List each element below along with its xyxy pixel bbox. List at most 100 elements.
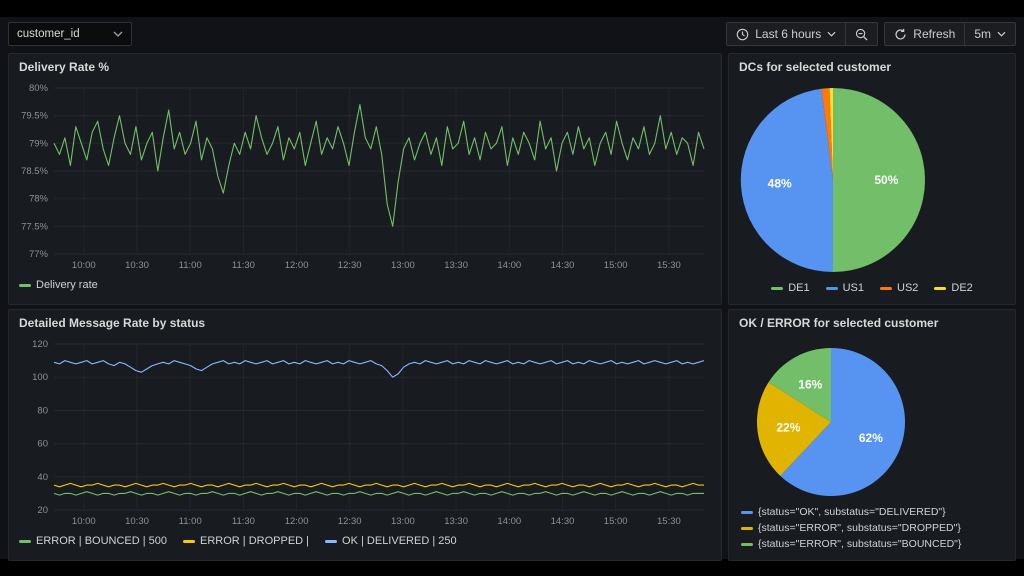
series-label: {status="ERROR", substatus="BOUNCED"} — [758, 538, 961, 550]
svg-text:100: 100 — [32, 372, 48, 383]
svg-text:60: 60 — [37, 439, 48, 450]
variable-dropdown-customer-id[interactable]: customer_id — [8, 22, 132, 46]
svg-text:50%: 50% — [874, 173, 898, 187]
svg-text:78%: 78% — [29, 194, 49, 205]
chevron-down-icon — [997, 31, 1006, 37]
legend-item-error-bounced[interactable]: {status="ERROR", substatus="BOUNCED"} — [741, 538, 1003, 550]
chart-legend: DE1 US1 US2 DE2 — [729, 274, 1015, 297]
svg-text:10:30: 10:30 — [125, 260, 149, 271]
svg-text:10:00: 10:00 — [72, 516, 96, 527]
legend-item-delivery-rate[interactable]: Delivery rate — [19, 279, 98, 291]
legend-item-de1[interactable]: DE1 — [771, 282, 809, 294]
svg-text:12:30: 12:30 — [338, 260, 362, 271]
svg-text:11:00: 11:00 — [179, 260, 202, 271]
svg-text:15:30: 15:30 — [657, 516, 681, 527]
svg-text:77%: 77% — [29, 249, 49, 260]
series-marker — [741, 543, 753, 546]
svg-text:16%: 16% — [798, 377, 822, 391]
series-marker — [741, 527, 753, 530]
series-marker — [741, 511, 753, 514]
svg-text:48%: 48% — [768, 176, 792, 190]
zoom-out-icon — [855, 28, 868, 41]
svg-text:14:00: 14:00 — [497, 260, 521, 271]
series-marker — [325, 540, 337, 543]
legend-item-ok-delivered[interactable]: {status="OK", substatus="DELIVERED"} — [741, 506, 1003, 518]
series-label: {status="ERROR", substatus="DROPPED"} — [758, 522, 961, 534]
svg-text:12:00: 12:00 — [285, 260, 309, 271]
series-label: Delivery rate — [36, 279, 98, 291]
series-marker — [771, 287, 783, 290]
series-label: US1 — [843, 282, 864, 294]
svg-text:11:30: 11:30 — [232, 516, 255, 527]
refresh-interval-value: 5m — [974, 27, 991, 41]
legend-item-de2[interactable]: DE2 — [934, 282, 972, 294]
panel-title[interactable]: Delivery Rate % — [9, 54, 721, 80]
refresh-label: Refresh — [913, 27, 955, 41]
series-marker — [934, 287, 946, 290]
svg-text:15:00: 15:00 — [604, 516, 628, 527]
chevron-down-icon — [113, 31, 123, 37]
svg-text:79.5%: 79.5% — [21, 111, 48, 122]
legend-item-us1[interactable]: US1 — [826, 282, 864, 294]
series-marker — [19, 284, 31, 287]
series-label: ERROR | DROPPED | — [200, 535, 309, 547]
refresh-button[interactable]: Refresh — [884, 22, 965, 46]
panel-title[interactable]: Detailed Message Rate by status — [9, 310, 721, 336]
svg-text:22%: 22% — [776, 420, 800, 434]
svg-text:80: 80 — [37, 405, 48, 416]
chart-legend: Delivery rate — [9, 276, 721, 294]
svg-text:14:30: 14:30 — [551, 260, 575, 271]
legend-item-delivered[interactable]: OK | DELIVERED | 250 — [325, 535, 457, 547]
svg-text:13:30: 13:30 — [444, 516, 468, 527]
svg-text:13:30: 13:30 — [444, 260, 468, 271]
svg-text:15:00: 15:00 — [604, 260, 628, 271]
series-label: DE2 — [951, 282, 972, 294]
series-label: ERROR | BOUNCED | 500 — [36, 535, 167, 547]
refresh-interval-dropdown[interactable]: 5m — [965, 22, 1016, 46]
legend-item-bounced[interactable]: ERROR | BOUNCED | 500 — [19, 535, 167, 547]
series-marker — [19, 540, 31, 543]
svg-text:11:30: 11:30 — [232, 260, 255, 271]
chevron-down-icon — [827, 31, 836, 37]
dcs-pie-chart[interactable]: 50% 48% — [739, 86, 927, 274]
svg-text:120: 120 — [32, 339, 48, 350]
svg-text:40: 40 — [37, 472, 48, 483]
refresh-controls-group: Refresh 5m — [884, 22, 1016, 46]
time-range-picker[interactable]: Last 6 hours — [726, 22, 846, 46]
message-rate-chart[interactable]: 20 40 60 80 100 120 10:00 10:30 11:00 11:30 12:00 1… — [14, 336, 716, 532]
svg-text:11:00: 11:00 — [179, 516, 202, 527]
legend-item-us2[interactable]: US2 — [880, 282, 918, 294]
zoom-out-button[interactable] — [846, 22, 878, 46]
panel-delivery-rate: Delivery Rate % 77%77.5%78%78.5%79%79.5%… — [8, 53, 722, 305]
svg-text:12:00: 12:00 — [285, 516, 309, 527]
legend-item-error-dropped[interactable]: {status="ERROR", substatus="DROPPED"} — [741, 522, 1003, 534]
grafana-dashboard: customer_id Last 6 hours Refresh — [0, 17, 1024, 559]
panel-title[interactable]: OK / ERROR for selected customer — [729, 310, 1015, 336]
svg-text:20: 20 — [37, 505, 48, 516]
chart-legend: {status="OK", substatus="DELIVERED"} {st… — [729, 498, 1015, 550]
svg-text:14:30: 14:30 — [551, 516, 575, 527]
toolbar-right-controls: Last 6 hours Refresh 5m — [726, 22, 1016, 46]
svg-text:79%: 79% — [29, 138, 49, 149]
clock-icon — [736, 28, 749, 41]
svg-text:80%: 80% — [29, 83, 49, 94]
svg-text:10:30: 10:30 — [125, 516, 149, 527]
svg-text:14:00: 14:00 — [497, 516, 521, 527]
panel-title[interactable]: DCs for selected customer — [729, 54, 1015, 80]
dashboard-toolbar: customer_id Last 6 hours Refresh — [0, 17, 1024, 51]
panel-dcs-pie: DCs for selected customer 50% 48% DE1 US1… — [728, 53, 1016, 305]
time-controls-group: Last 6 hours — [726, 22, 878, 46]
series-marker — [880, 287, 892, 290]
svg-text:13:00: 13:00 — [391, 516, 415, 527]
legend-item-dropped[interactable]: ERROR | DROPPED | — [183, 535, 309, 547]
series-label: US2 — [897, 282, 918, 294]
ok-error-pie-chart[interactable]: 62%22%16% — [755, 346, 907, 498]
svg-text:13:00: 13:00 — [391, 260, 415, 271]
panel-ok-error-pie: OK / ERROR for selected customer 62%22%1… — [728, 309, 1016, 561]
time-range-label: Last 6 hours — [755, 27, 821, 41]
svg-text:15:30: 15:30 — [657, 260, 681, 271]
delivery-rate-chart[interactable]: 77%77.5%78%78.5%79%79.5%80%10:0010:3011:… — [14, 80, 716, 276]
series-label: OK | DELIVERED | 250 — [342, 535, 457, 547]
panel-message-rate: Detailed Message Rate by status 20 40 60 80… — [8, 309, 722, 561]
series-marker — [183, 540, 195, 543]
